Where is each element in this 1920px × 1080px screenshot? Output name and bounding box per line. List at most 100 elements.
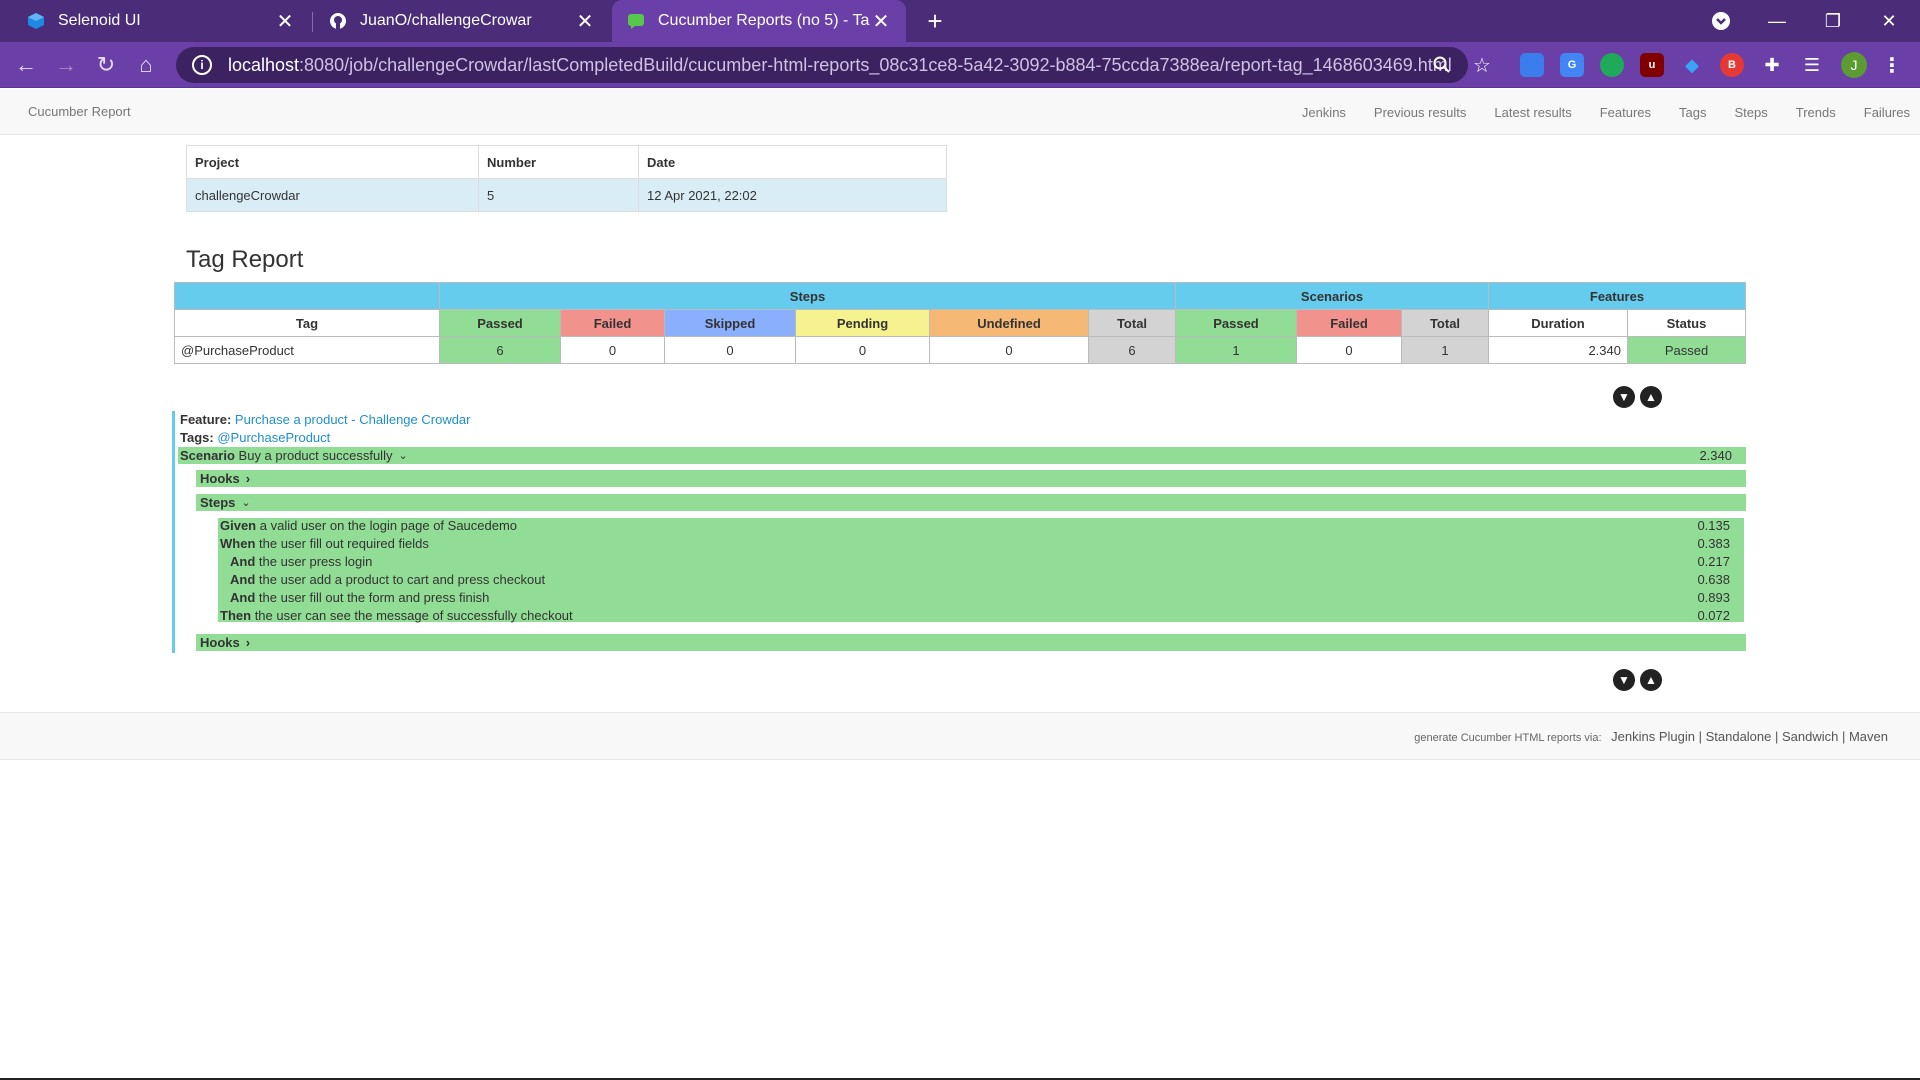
step-description: the user press login (258, 554, 373, 569)
tab-search-icon[interactable] (1698, 0, 1744, 42)
group-header-steps: Steps (439, 282, 1176, 310)
cucumber-icon (626, 11, 646, 31)
col-status[interactable]: Status (1627, 309, 1746, 337)
tab-cucumber-reports[interactable]: Cucumber Reports (no 5) - Tag: @ ✕ (612, 0, 906, 42)
forward-icon[interactable]: → (50, 49, 82, 81)
feature-link[interactable]: Purchase a product - Challenge Crowdar (235, 412, 471, 427)
zoom-icon[interactable] (1427, 50, 1457, 80)
profile-avatar[interactable]: J (1841, 52, 1867, 78)
col-scenarios-passed[interactable]: Passed (1175, 309, 1297, 337)
chevron-down-icon[interactable]: ⌄ (241, 496, 250, 509)
hooks-after-header[interactable]: Hooks › (196, 634, 1746, 651)
url-host: localhost (228, 54, 300, 75)
collapse-all-chevron-up-icon[interactable]: ▲ (1640, 386, 1662, 408)
collapse-all-chevron-up-icon[interactable]: ▲ (1640, 669, 1662, 691)
bookmark-star-icon[interactable]: ☆ (1467, 50, 1497, 80)
address-bar[interactable]: i localhost:8080/job/challengeCrowdar/la… (176, 47, 1468, 83)
step-duration: 0.893 (1697, 590, 1730, 605)
expand-all-chevron-down-icon[interactable]: ▼ (1613, 669, 1635, 691)
build-number: 5 (478, 178, 639, 212)
footer-link-standalone[interactable]: Standalone (1706, 729, 1772, 744)
translate-icon[interactable]: G (1560, 53, 1584, 77)
close-tab-icon[interactable]: ✕ (574, 10, 596, 33)
expand-all-chevron-down-icon[interactable]: ▼ (1613, 386, 1635, 408)
chevron-down-icon[interactable]: ⌄ (398, 449, 407, 462)
steps-pending-value: 0 (795, 336, 930, 364)
col-scenarios-failed[interactable]: Failed (1296, 309, 1402, 337)
new-tab-button[interactable]: + (920, 6, 950, 36)
back-icon[interactable]: ← (10, 49, 42, 81)
list-item: And the user fill out the form and press… (218, 590, 1744, 608)
col-steps-total[interactable]: Total (1088, 309, 1176, 337)
report-footer: generate Cucumber HTML reports via: Jenk… (0, 712, 1920, 760)
project-table-row: challengeCrowdar 5 12 Apr 2021, 22:02 (186, 178, 947, 212)
chevron-right-icon[interactable]: › (246, 635, 250, 650)
navbar-brand[interactable]: Cucumber Report (28, 104, 131, 119)
close-window-icon[interactable]: ✕ (1866, 0, 1912, 42)
nav-link-latest-results[interactable]: Latest results (1494, 105, 1571, 120)
step-description: the user fill out required fields (259, 536, 429, 551)
nav-link-failures[interactable]: Failures (1864, 105, 1910, 120)
tags-label: Tags: (180, 430, 214, 445)
step-text: And the user fill out the form and press… (230, 590, 489, 605)
step-text: When the user fill out required fields (220, 536, 429, 551)
footer-prefix: generate Cucumber HTML reports via: (1414, 732, 1602, 744)
footer-link-sandwich[interactable]: Sandwich (1782, 729, 1838, 744)
col-steps-pending[interactable]: Pending (795, 309, 930, 337)
site-info-icon[interactable]: i (192, 55, 212, 75)
chevron-right-icon[interactable]: › (246, 471, 250, 486)
col-duration[interactable]: Duration (1488, 309, 1628, 337)
restore-icon[interactable]: ❐ (1810, 0, 1856, 42)
close-tab-icon[interactable]: ✕ (870, 10, 892, 33)
hooks-before-header[interactable]: Hooks › (196, 470, 1746, 487)
col-steps-passed[interactable]: Passed (439, 309, 561, 337)
extension-red-badge-icon[interactable]: B (1720, 53, 1744, 77)
footer-link-maven[interactable]: Maven (1849, 729, 1888, 744)
col-scenarios-total[interactable]: Total (1401, 309, 1489, 337)
scenarios-failed-value: 0 (1296, 336, 1402, 364)
github-icon (328, 11, 348, 31)
nav-link-jenkins[interactable]: Jenkins (1302, 105, 1346, 120)
scenario-header[interactable]: Scenario Buy a product successfully ⌄ 2.… (178, 447, 1746, 464)
tag-stats-table: Steps Scenarios Features Tag Passed Fail… (174, 282, 1746, 364)
navbar-links: Jenkins Previous results Latest results … (1302, 89, 1920, 135)
close-tab-icon[interactable]: ✕ (274, 10, 296, 33)
extension-green-dot-icon[interactable] (1600, 53, 1624, 77)
step-keyword: Then (220, 608, 252, 623)
step-text: And the user add a product to cart and p… (230, 572, 545, 587)
date-header: Date (638, 145, 947, 179)
nav-link-tags[interactable]: Tags (1679, 105, 1706, 120)
extensions-puzzle-icon[interactable]: ✚ (1760, 53, 1784, 77)
tag-link[interactable]: @PurchaseProduct (174, 336, 440, 364)
tab-selenoid[interactable]: Selenoid UI ✕ (12, 0, 310, 42)
tag-link[interactable]: @PurchaseProduct (217, 430, 330, 445)
kebab-menu-icon[interactable]: ⋮ (1880, 53, 1904, 77)
hooks-label: Hooks (200, 471, 240, 486)
feature-tags-line: Tags: @PurchaseProduct (180, 430, 330, 445)
step-text: Given a valid user on the login page of … (220, 518, 517, 533)
extension-diamond-icon[interactable]: ◆ (1680, 53, 1704, 77)
ublock-icon[interactable]: u (1640, 53, 1664, 77)
home-icon[interactable]: ⌂ (130, 49, 162, 81)
reload-icon[interactable]: ↻ (90, 49, 122, 81)
step-keyword: Given (220, 518, 257, 533)
tab-separator (312, 12, 313, 32)
minimize-icon[interactable]: — (1754, 0, 1800, 42)
tab-github[interactable]: JuanO/challengeCrowar ✕ (314, 0, 610, 42)
steps-failed-value: 0 (560, 336, 665, 364)
table-row: @PurchaseProduct 6 0 0 0 0 6 1 0 1 2.340… (174, 336, 1746, 364)
nav-link-previous-results[interactable]: Previous results (1374, 105, 1466, 120)
media-queue-icon[interactable]: ☰ (1800, 53, 1824, 77)
col-steps-undefined[interactable]: Undefined (929, 309, 1089, 337)
col-steps-failed[interactable]: Failed (560, 309, 665, 337)
nav-link-steps[interactable]: Steps (1735, 105, 1768, 120)
browser-toolbar: ← → ↻ ⌂ i localhost:8080/job/challengeCr… (0, 42, 1920, 88)
number-header: Number (478, 145, 639, 179)
footer-link-jenkins-plugin[interactable]: Jenkins Plugin (1611, 729, 1695, 744)
col-steps-skipped[interactable]: Skipped (664, 309, 796, 337)
nav-link-features[interactable]: Features (1600, 105, 1651, 120)
col-tag[interactable]: Tag (174, 309, 440, 337)
extension-window-icon[interactable] (1520, 53, 1544, 77)
steps-header[interactable]: Steps ⌄ (196, 494, 1746, 511)
nav-link-trends[interactable]: Trends (1796, 105, 1836, 120)
